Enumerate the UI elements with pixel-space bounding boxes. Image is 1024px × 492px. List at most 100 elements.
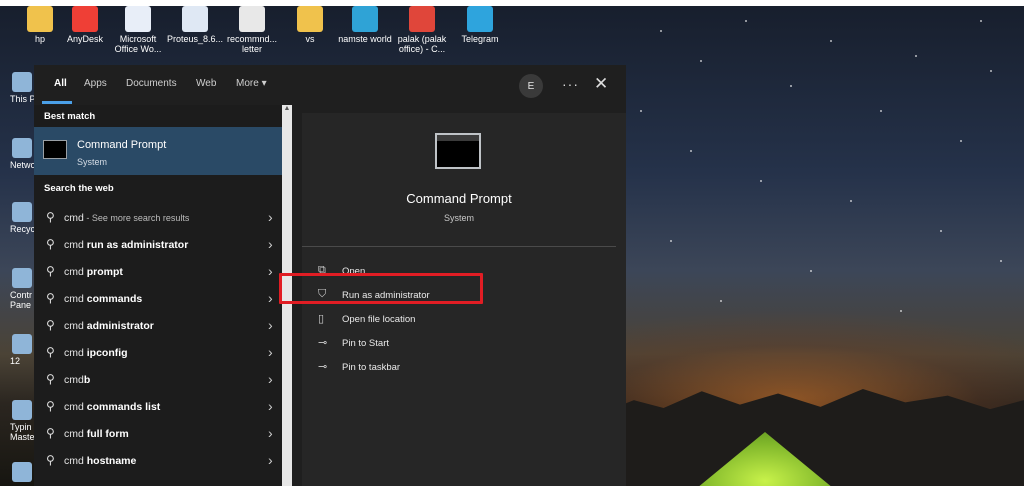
chevron-right-icon[interactable]: › <box>268 344 273 360</box>
desktop-icon-label: Telegram <box>461 34 499 44</box>
desktop-icon[interactable]: namste world <box>335 6 395 44</box>
web-result-item[interactable]: ⚲ cmd hostname › <box>34 448 282 475</box>
tab-all[interactable]: All <box>54 78 67 89</box>
anydesk-icon <box>72 6 98 32</box>
web-result-item[interactable]: ⚲ cmd commands list › <box>34 394 282 421</box>
chevron-right-icon[interactable]: › <box>268 452 273 468</box>
desktop-icon-label: Typin Master <box>10 422 38 442</box>
chevron-right-icon[interactable]: › <box>268 263 273 279</box>
query-completion: commands list <box>86 401 161 413</box>
document-icon <box>12 334 32 354</box>
desktop-icon-label: This P <box>10 94 36 104</box>
desktop-icon-label: palak (palak office) - C... <box>397 34 447 54</box>
desktop-icon-label: 12 <box>10 356 21 366</box>
close-icon[interactable]: ✕ <box>594 74 608 94</box>
document-icon <box>239 6 265 32</box>
web-result-item[interactable]: ⚲ cmdb › <box>34 367 282 394</box>
desktop-icon[interactable]: 12 <box>2 334 36 366</box>
web-result-label: cmd hostname <box>64 455 136 467</box>
desktop-icon[interactable]: Contr Pane <box>2 268 36 310</box>
tab-web[interactable]: Web <box>196 78 216 89</box>
query-completion: hostname <box>86 455 137 467</box>
query-prefix: cmd <box>64 266 87 278</box>
chevron-right-icon[interactable]: › <box>268 398 273 414</box>
desktop-icon-label: vs <box>305 34 315 44</box>
telegram-icon <box>467 6 493 32</box>
chevron-right-icon[interactable]: › <box>268 371 273 387</box>
folder-icon <box>297 6 323 32</box>
chevron-right-icon[interactable]: › <box>268 209 273 225</box>
desktop-icon[interactable]: recommnd... letter <box>222 6 282 54</box>
query-prefix: cmd <box>64 212 84 224</box>
desktop-icon-label: namste world <box>338 34 392 44</box>
web-result-item[interactable]: ⚲ cmd prompt › <box>34 259 282 286</box>
tab-more[interactable]: More ▾ <box>236 78 267 89</box>
desktop-icon[interactable]: Telegram <box>450 6 510 44</box>
query-prefix: cmd <box>64 401 87 413</box>
search-web-heading: Search the web <box>44 183 114 194</box>
web-result-item[interactable]: ⚲ cmd - See more search results › <box>34 205 282 232</box>
query-completion: b <box>83 374 91 386</box>
web-result-item[interactable]: ⚲ cmd run as administrator › <box>34 232 282 259</box>
tab-apps[interactable]: Apps <box>84 78 107 89</box>
control-panel-icon <box>12 268 32 288</box>
query-completion: prompt <box>86 266 123 278</box>
avatar[interactable]: E <box>519 74 543 98</box>
frame-top-border <box>0 0 1024 6</box>
web-result-label: cmd prompt <box>64 266 123 278</box>
web-result-item[interactable]: ⚲ cmd full form › <box>34 421 282 448</box>
desktop-icon-label: Recycle <box>10 224 43 234</box>
desktop-icon[interactable]: palak (palak office) - C... <box>392 6 452 54</box>
desktop-icon[interactable] <box>2 462 36 484</box>
results-list: Best match Command Prompt System Search … <box>34 105 292 492</box>
active-tab-indicator <box>42 101 72 104</box>
desktop-icon[interactable]: Typin Master <box>2 400 38 442</box>
desktop-icon[interactable]: Proteus_8.6... <box>165 6 225 44</box>
query-prefix: cmd <box>64 239 87 251</box>
desktop-icon[interactable]: Netwo <box>2 138 36 170</box>
recycle-bin-icon <box>12 202 32 222</box>
tab-documents[interactable]: Documents <box>126 78 177 89</box>
query-prefix: cmd <box>64 347 87 359</box>
desktop-icon-label: Contr Pane <box>10 290 33 310</box>
search-icon: ⚲ <box>46 210 55 224</box>
detail-title: Command Prompt <box>406 191 512 206</box>
more-options-icon[interactable]: ··· <box>562 76 579 92</box>
web-result-item[interactable]: ⚲ cmd administrator › <box>34 313 282 340</box>
desktop-icon[interactable]: Microsoft Office Wo... <box>108 6 168 54</box>
action-label: Pin to Start <box>342 338 389 349</box>
query-completion: administrator <box>86 320 154 332</box>
action-item[interactable]: ▯ Open file location <box>316 311 596 331</box>
query-suffix: - See more search results <box>83 213 190 223</box>
web-result-label: cmd - See more search results <box>64 212 189 224</box>
action-item[interactable]: ⊸ Pin to taskbar <box>316 359 596 379</box>
divider <box>302 246 616 247</box>
file-location-icon: ▯ <box>318 313 325 325</box>
web-result-item[interactable]: ⚲ cmd ipconfig › <box>34 340 282 367</box>
command-prompt-icon <box>43 140 67 159</box>
detail-subtitle: System <box>443 213 474 223</box>
best-match-heading: Best match <box>44 111 96 122</box>
folder-icon <box>27 6 53 32</box>
desktop-icon[interactable]: Recycle <box>2 202 43 234</box>
pin-icon: ⊸ <box>318 361 328 373</box>
chevron-right-icon[interactable]: › <box>268 236 273 252</box>
word-document-icon <box>125 6 151 32</box>
scroll-up-icon[interactable]: ▲ <box>283 105 291 115</box>
chevron-right-icon[interactable]: › <box>268 425 273 441</box>
tab-more-label: More <box>236 78 259 89</box>
search-icon: ⚲ <box>46 426 55 440</box>
best-match-item[interactable]: Command Prompt System <box>34 127 282 175</box>
desktop-icon[interactable]: AnyDesk <box>55 6 115 44</box>
web-result-label: cmd ipconfig <box>64 347 128 359</box>
query-prefix: cmd <box>64 455 87 467</box>
computer-icon <box>12 72 32 92</box>
desktop-icon[interactable]: vs <box>280 6 340 44</box>
web-result-item[interactable]: ⚲ cmd commands › <box>34 286 282 313</box>
search-icon: ⚲ <box>46 372 55 386</box>
chevron-right-icon[interactable]: › <box>268 290 273 306</box>
desktop-icon[interactable]: This P <box>2 72 36 104</box>
desktop-icon-label: Microsoft Office Wo... <box>114 34 162 54</box>
action-item[interactable]: ⊸ Pin to Start <box>316 335 596 355</box>
chevron-right-icon[interactable]: › <box>268 317 273 333</box>
